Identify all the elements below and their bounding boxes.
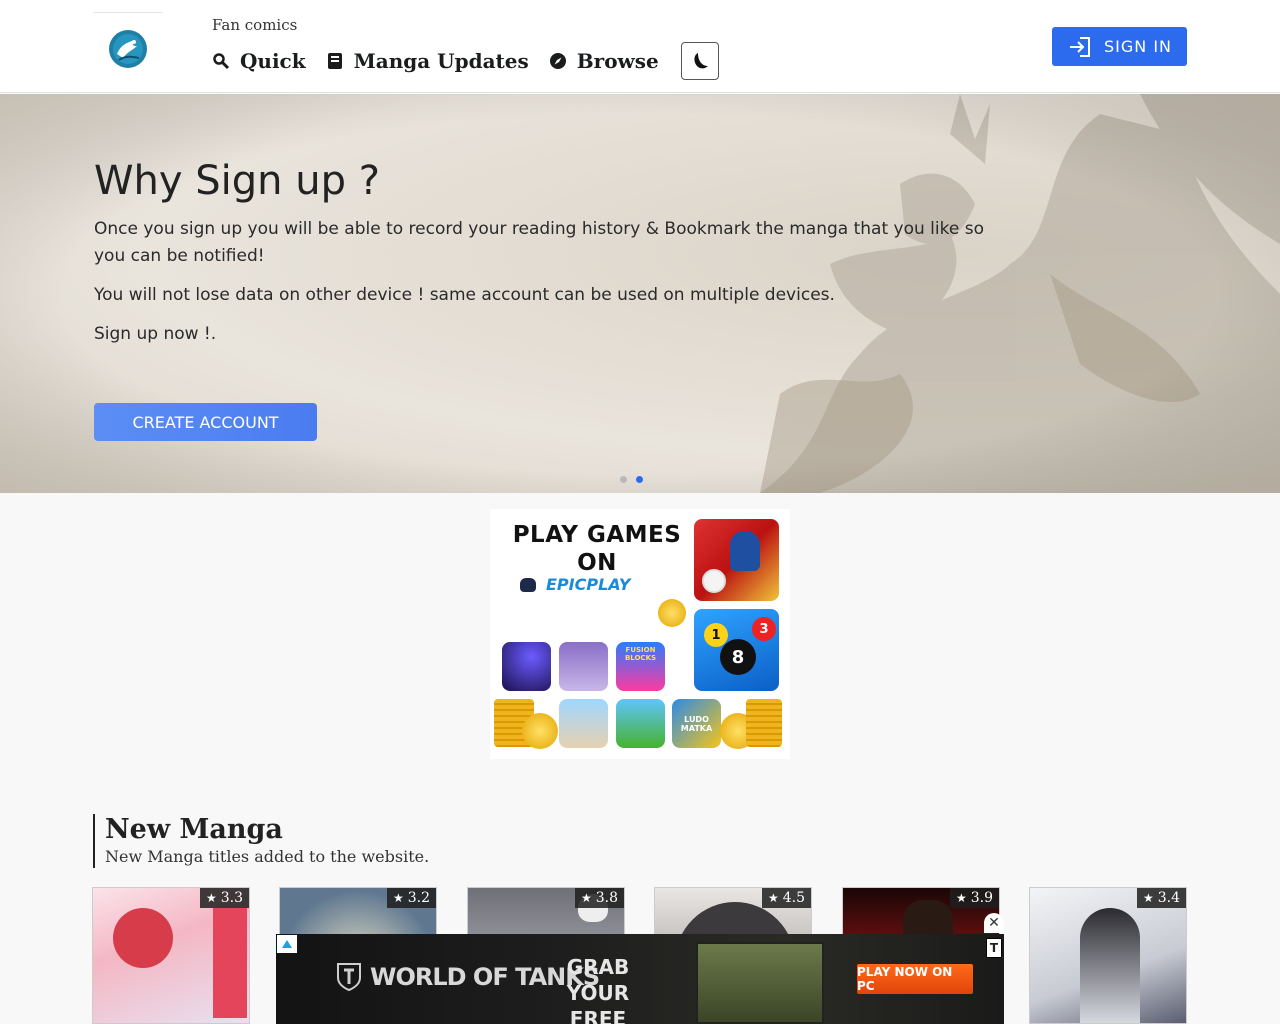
rating-value: 3.3 xyxy=(220,890,243,906)
cover-art xyxy=(1080,908,1140,1023)
manga-card[interactable]: ★ 3.3 xyxy=(92,887,250,1024)
ad-banner-epicplay[interactable]: PLAY GAMES ON EPICPLAY 1 8 3 FUSION BLOC… xyxy=(490,509,790,759)
rating-badge: ★ 4.5 xyxy=(761,888,811,908)
bottom-ad-banner[interactable]: WORLD OF TANKS GRAB YOUR FREE LOOT PLAY … xyxy=(276,934,1004,1024)
fusion-blocks-tile: FUSION BLOCKS xyxy=(616,642,665,691)
rating-value: 3.8 xyxy=(595,890,618,906)
compass-icon xyxy=(549,52,567,70)
carousel-dots xyxy=(620,476,652,483)
nav-manga-updates-label: Manga Updates xyxy=(353,49,529,73)
cover-art xyxy=(113,908,173,968)
epicplay-logo-icon xyxy=(520,577,536,592)
nav-quick[interactable]: Quick xyxy=(212,49,306,73)
new-manga-subtitle: New Manga titles added to the website. xyxy=(105,847,430,866)
rating-value: 3.2 xyxy=(407,890,430,906)
close-ad-button[interactable]: ✕ xyxy=(984,913,1004,933)
space-game-tile xyxy=(502,642,551,691)
hero-paragraph-3: Sign up now !. xyxy=(94,324,217,344)
sign-in-button[interactable]: SIGN IN xyxy=(1052,27,1187,66)
ludo-tile: LUDO MATKA xyxy=(672,699,721,748)
star-icon: ★ xyxy=(955,891,967,905)
star-icon: ★ xyxy=(392,891,404,905)
main-nav: Quick Manga Updates Browse xyxy=(212,42,719,80)
ad-headline: PLAY GAMES ON xyxy=(512,522,682,576)
coin-stack-right xyxy=(746,699,782,747)
star-icon: ★ xyxy=(767,891,779,905)
book-icon xyxy=(326,52,344,70)
billiards-game-tile: 1 8 3 xyxy=(694,609,779,691)
site-header: Fan comics Quick Manga Updates Browse SI… xyxy=(0,0,1280,93)
hero-carousel: Why Sign up ? Once you sign up you will … xyxy=(0,94,1280,493)
ad-brand-label: EPICPLAY xyxy=(546,575,631,594)
search-icon xyxy=(212,52,230,70)
ad-headline-line1: GRAB YOUR xyxy=(566,955,630,1005)
loot-crate-image xyxy=(696,942,824,1024)
esrb-rating-icon: T xyxy=(986,938,1002,958)
stickman-game-tile xyxy=(559,699,608,748)
moon-icon xyxy=(694,53,708,69)
ad-headline: GRAB YOUR FREE LOOT xyxy=(538,954,658,1024)
sign-in-icon xyxy=(1068,36,1092,58)
rating-badge: ★ 3.3 xyxy=(199,888,249,908)
star-icon: ★ xyxy=(580,891,592,905)
player-figure xyxy=(730,531,760,571)
ball-3: 3 xyxy=(752,617,776,641)
cover-title-mark xyxy=(213,908,247,1018)
theme-toggle-button[interactable] xyxy=(680,42,719,80)
hero-paragraph-2: You will not lose data on other device !… xyxy=(94,285,835,305)
rating-value: 4.5 xyxy=(782,890,805,906)
rating-badge: ★ 3.8 xyxy=(574,888,624,908)
coin-icon xyxy=(658,599,686,627)
hill-climb-tile xyxy=(616,699,665,748)
manga-card[interactable]: ★ 3.4 xyxy=(1029,887,1187,1024)
nav-quick-label: Quick xyxy=(240,49,306,73)
fan-comics-label: Fan comics xyxy=(212,16,298,34)
hero-paragraph-1: Once you sign up you will be able to rec… xyxy=(94,219,984,266)
carousel-dot-2[interactable] xyxy=(636,476,643,483)
rating-badge: ★ 3.9 xyxy=(949,888,999,908)
ad-brand: EPICPLAY xyxy=(520,575,630,594)
ad-headline-line2: FREE LOOT xyxy=(569,1007,627,1024)
site-logo-icon xyxy=(109,30,147,68)
cricket-game-tile xyxy=(694,519,779,601)
sign-in-label: SIGN IN xyxy=(1104,37,1173,56)
rating-value: 3.4 xyxy=(1157,890,1180,906)
nav-browse-label: Browse xyxy=(576,49,659,73)
coin-icon-left xyxy=(522,713,558,749)
play-now-button[interactable]: PLAY NOW ON PC xyxy=(857,964,973,994)
rating-badge: ★ 3.4 xyxy=(1136,888,1186,908)
star-icon: ★ xyxy=(1142,891,1154,905)
rating-value: 3.9 xyxy=(970,890,993,906)
cricket-ball-icon xyxy=(702,569,726,593)
ball-8: 8 xyxy=(720,639,756,675)
new-manga-header: New Manga New Manga titles added to the … xyxy=(93,814,429,868)
rating-badge: ★ 3.2 xyxy=(386,888,436,908)
bike-game-tile xyxy=(559,642,608,691)
new-manga-title: New Manga xyxy=(105,814,283,845)
create-account-button[interactable]: CREATE ACCOUNT xyxy=(94,403,317,441)
star-icon: ★ xyxy=(205,891,217,905)
hero-title: Why Sign up ? xyxy=(94,158,380,204)
tank-shield-icon xyxy=(337,963,361,992)
nav-browse[interactable]: Browse xyxy=(549,49,659,73)
ad-choices-icon[interactable] xyxy=(277,935,297,953)
logo-link[interactable] xyxy=(93,12,163,82)
nav-manga-updates[interactable]: Manga Updates xyxy=(326,49,529,73)
carousel-dot-1[interactable] xyxy=(620,476,627,483)
